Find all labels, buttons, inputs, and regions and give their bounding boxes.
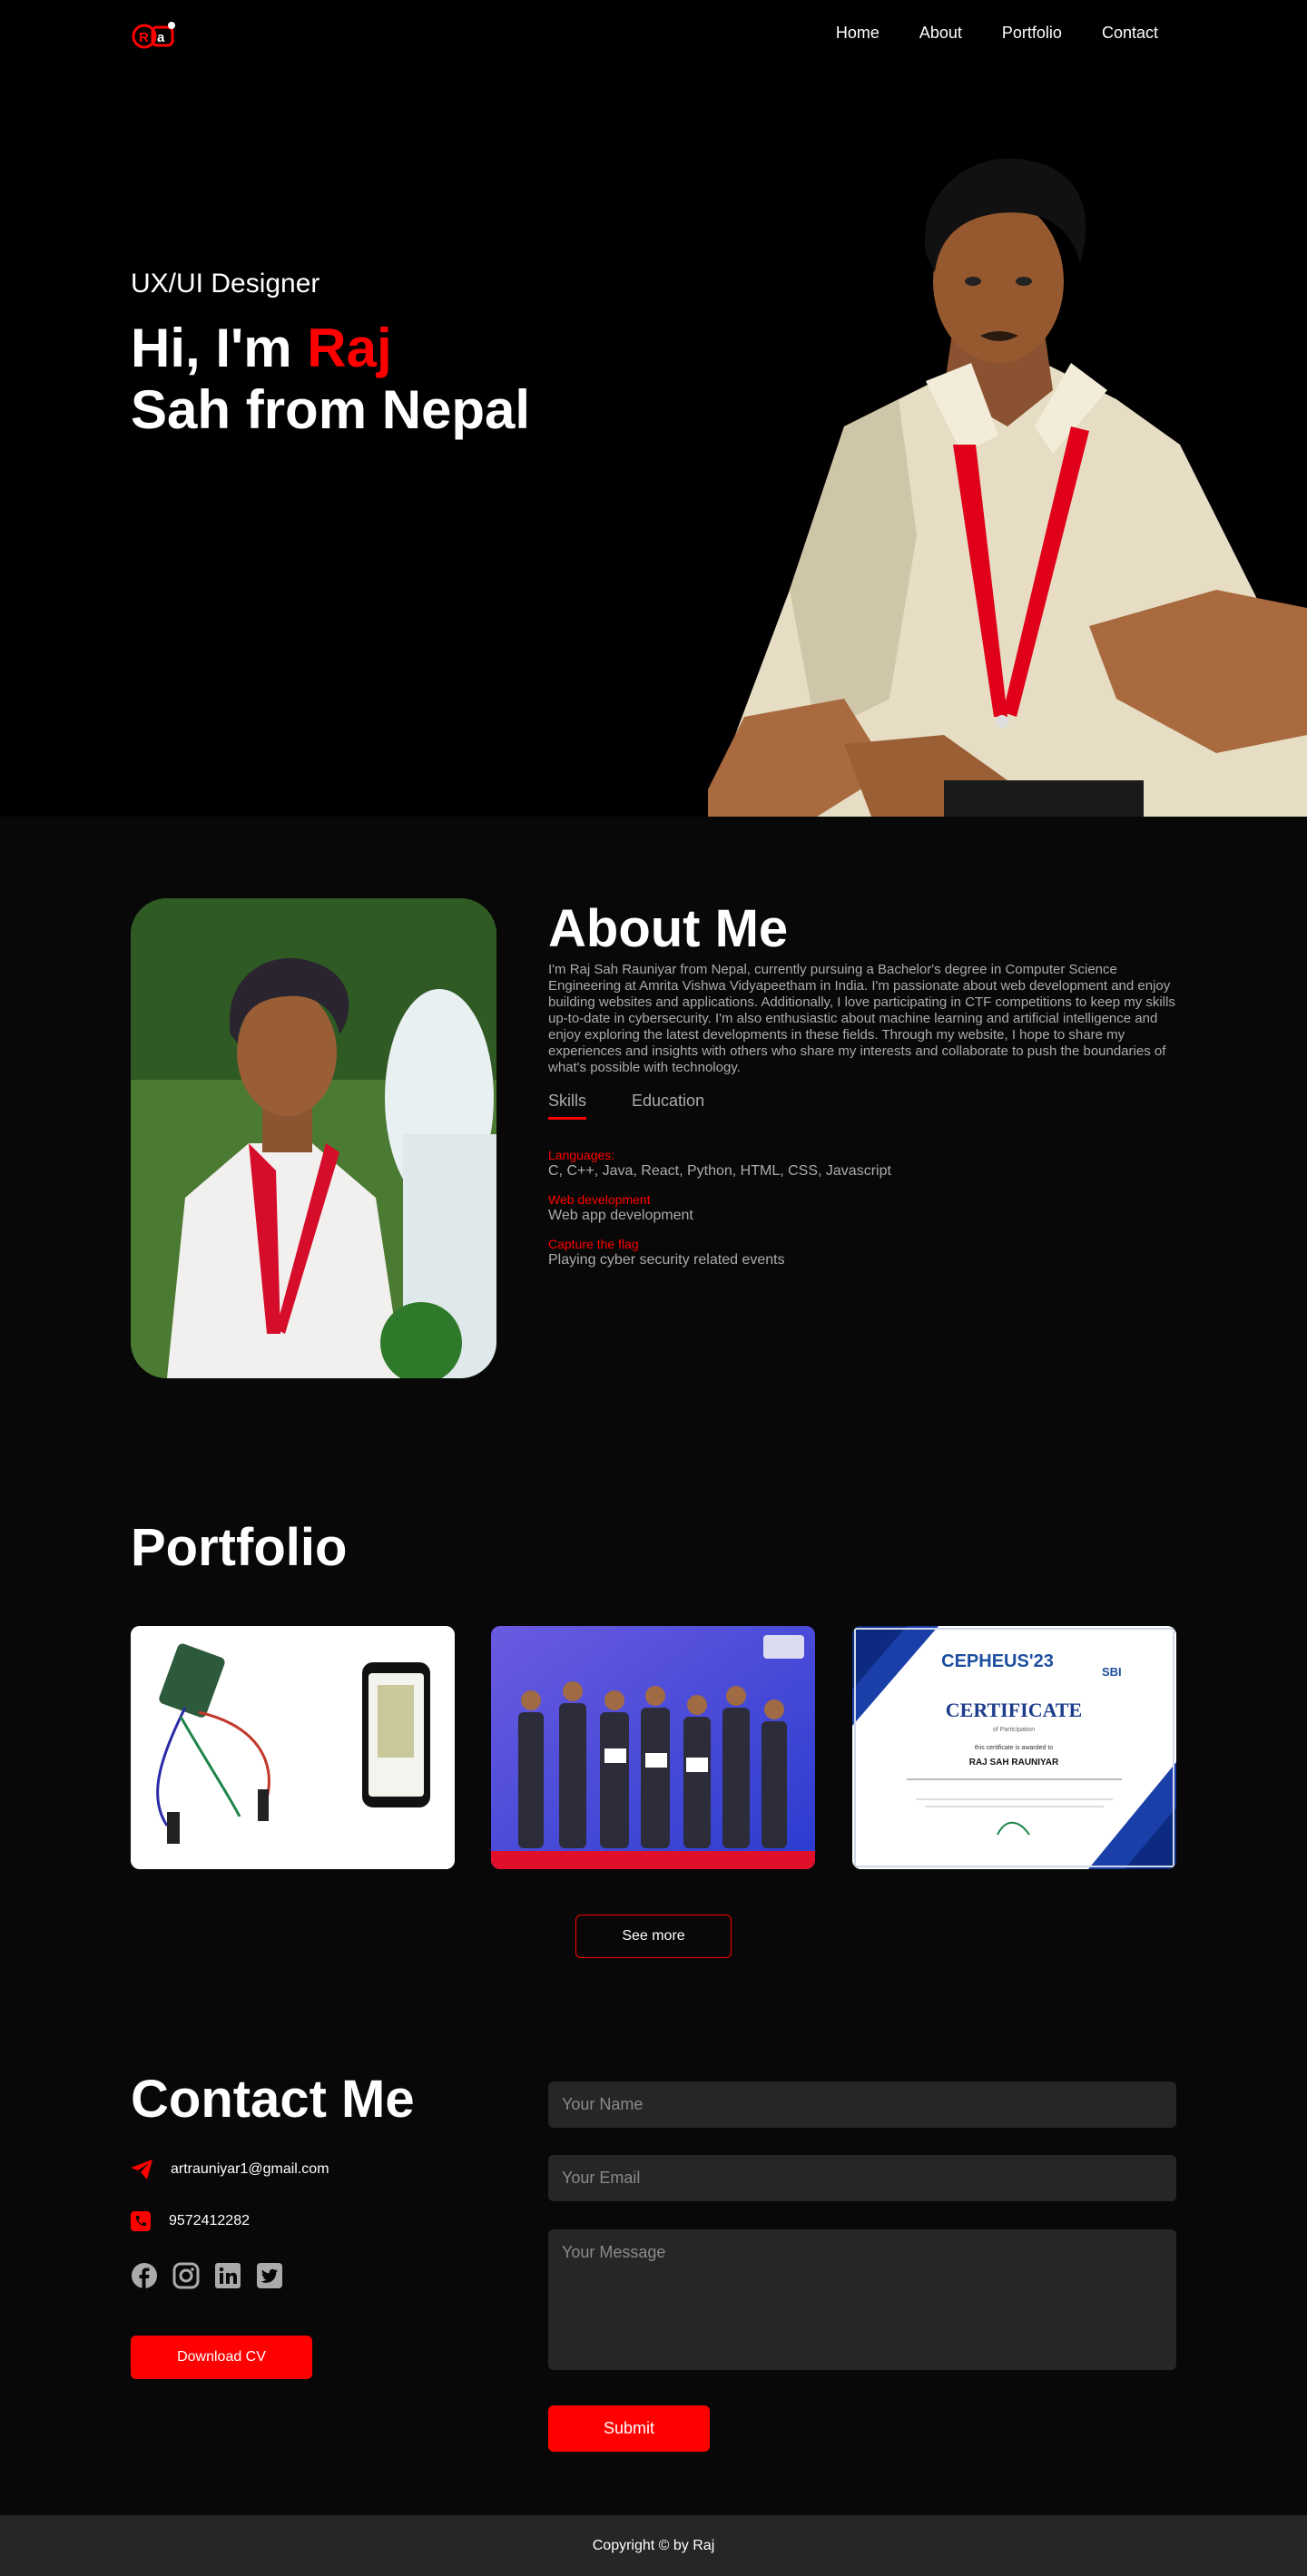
skill-value: Web app development (548, 1208, 693, 1223)
cert-name-text: RAJ SAH RAUNIYAR (969, 1758, 1059, 1768)
about-photo-image (131, 898, 496, 1378)
skill-value: C, C++, Java, React, Python, HTML, CSS, … (548, 1163, 891, 1179)
svg-text:R: R (139, 30, 149, 45)
award-group-image (491, 1626, 815, 1869)
name-input[interactable] (548, 2081, 1176, 2128)
skill-value: Playing cyber security related events (548, 1252, 785, 1268)
phone-icon (131, 2211, 151, 2231)
paper-plane-icon (131, 2160, 152, 2179)
portfolio-item-iot-project[interactable] (131, 1626, 455, 1869)
skill-label: Web development (548, 1192, 651, 1207)
see-more-button[interactable]: See more (575, 1915, 732, 1958)
portfolio-title: Portfolio (131, 1518, 348, 1577)
footer: Copyright © by Raj (0, 2515, 1307, 2576)
iot-project-image (131, 1626, 455, 1869)
contact-phone-row: 9572412282 (131, 2211, 250, 2231)
hero-name-rest: Sah from Nepal (131, 379, 531, 440)
submit-button[interactable]: Submit (548, 2405, 710, 2452)
nav-about[interactable]: About (919, 24, 962, 43)
about-tabs: Skills Education (548, 1092, 704, 1120)
portfolio-item-certificate[interactable]: CEPHEUS'23 SBI CERTIFICATE of Participat… (852, 1626, 1176, 1869)
facebook-icon[interactable] (131, 2262, 158, 2289)
message-input[interactable] (548, 2229, 1176, 2370)
nav-contact[interactable]: Contact (1102, 24, 1158, 43)
hero-portrait-image (708, 158, 1307, 817)
contact-email[interactable]: artrauniyar1@gmail.com (171, 2161, 329, 2178)
email-input[interactable] (548, 2155, 1176, 2201)
copyright-text: Copyright © by Raj (592, 2537, 715, 2553)
list-item: Capture the flag Playing cyber security … (548, 1237, 1184, 1269)
about-description: I'm Raj Sah Rauniyar from Nepal, current… (548, 962, 1175, 1075)
cert-awarded-text: this certificate is awarded to (975, 1745, 1053, 1751)
about-title: About Me (548, 899, 789, 958)
hero-title: Hi, I'm Raj Sah from Nepal (131, 318, 693, 441)
contact-email-row: artrauniyar1@gmail.com (131, 2160, 329, 2179)
contact-phone[interactable]: 9572412282 (169, 2213, 250, 2229)
hero-section: R a Home About Portfolio Contact UX/UI D… (0, 0, 1307, 817)
cert-sponsor-text: SBI (1102, 1665, 1122, 1679)
social-links (131, 2262, 283, 2289)
svg-text:a: a (157, 30, 165, 45)
logo-icon[interactable]: R a (131, 20, 180, 51)
tab-education[interactable]: Education (632, 1092, 704, 1120)
cert-heading-text: CERTIFICATE (946, 1699, 1082, 1721)
linkedin-icon[interactable] (214, 2262, 241, 2289)
download-cv-button[interactable]: Download CV (131, 2336, 312, 2379)
portfolio-item-award-photo[interactable] (491, 1626, 815, 1869)
skill-label: Languages: (548, 1148, 615, 1162)
cert-event-text: CEPHEUS'23 (941, 1651, 1054, 1671)
hero-subtitle: UX/UI Designer (131, 269, 320, 299)
twitter-icon[interactable] (256, 2262, 283, 2289)
tab-skills[interactable]: Skills (548, 1092, 587, 1120)
hero-name-highlight: Raj (307, 318, 392, 378)
list-item: Languages: C, C++, Java, React, Python, … (548, 1148, 1184, 1180)
instagram-icon[interactable] (172, 2262, 200, 2289)
skills-list: Languages: C, C++, Java, React, Python, … (548, 1148, 1184, 1281)
hero-greeting: Hi, I'm (131, 318, 308, 378)
main-nav: Home About Portfolio Contact (836, 24, 1158, 43)
cert-sub-text: of Participation (993, 1727, 1035, 1733)
nav-portfolio[interactable]: Portfolio (1002, 24, 1062, 43)
skill-label: Capture the flag (548, 1237, 639, 1251)
list-item: Web development Web app development (548, 1192, 1184, 1225)
nav-home[interactable]: Home (836, 24, 880, 43)
certificate-image: CEPHEUS'23 SBI CERTIFICATE of Participat… (852, 1626, 1176, 1869)
contact-title: Contact Me (131, 2070, 415, 2129)
